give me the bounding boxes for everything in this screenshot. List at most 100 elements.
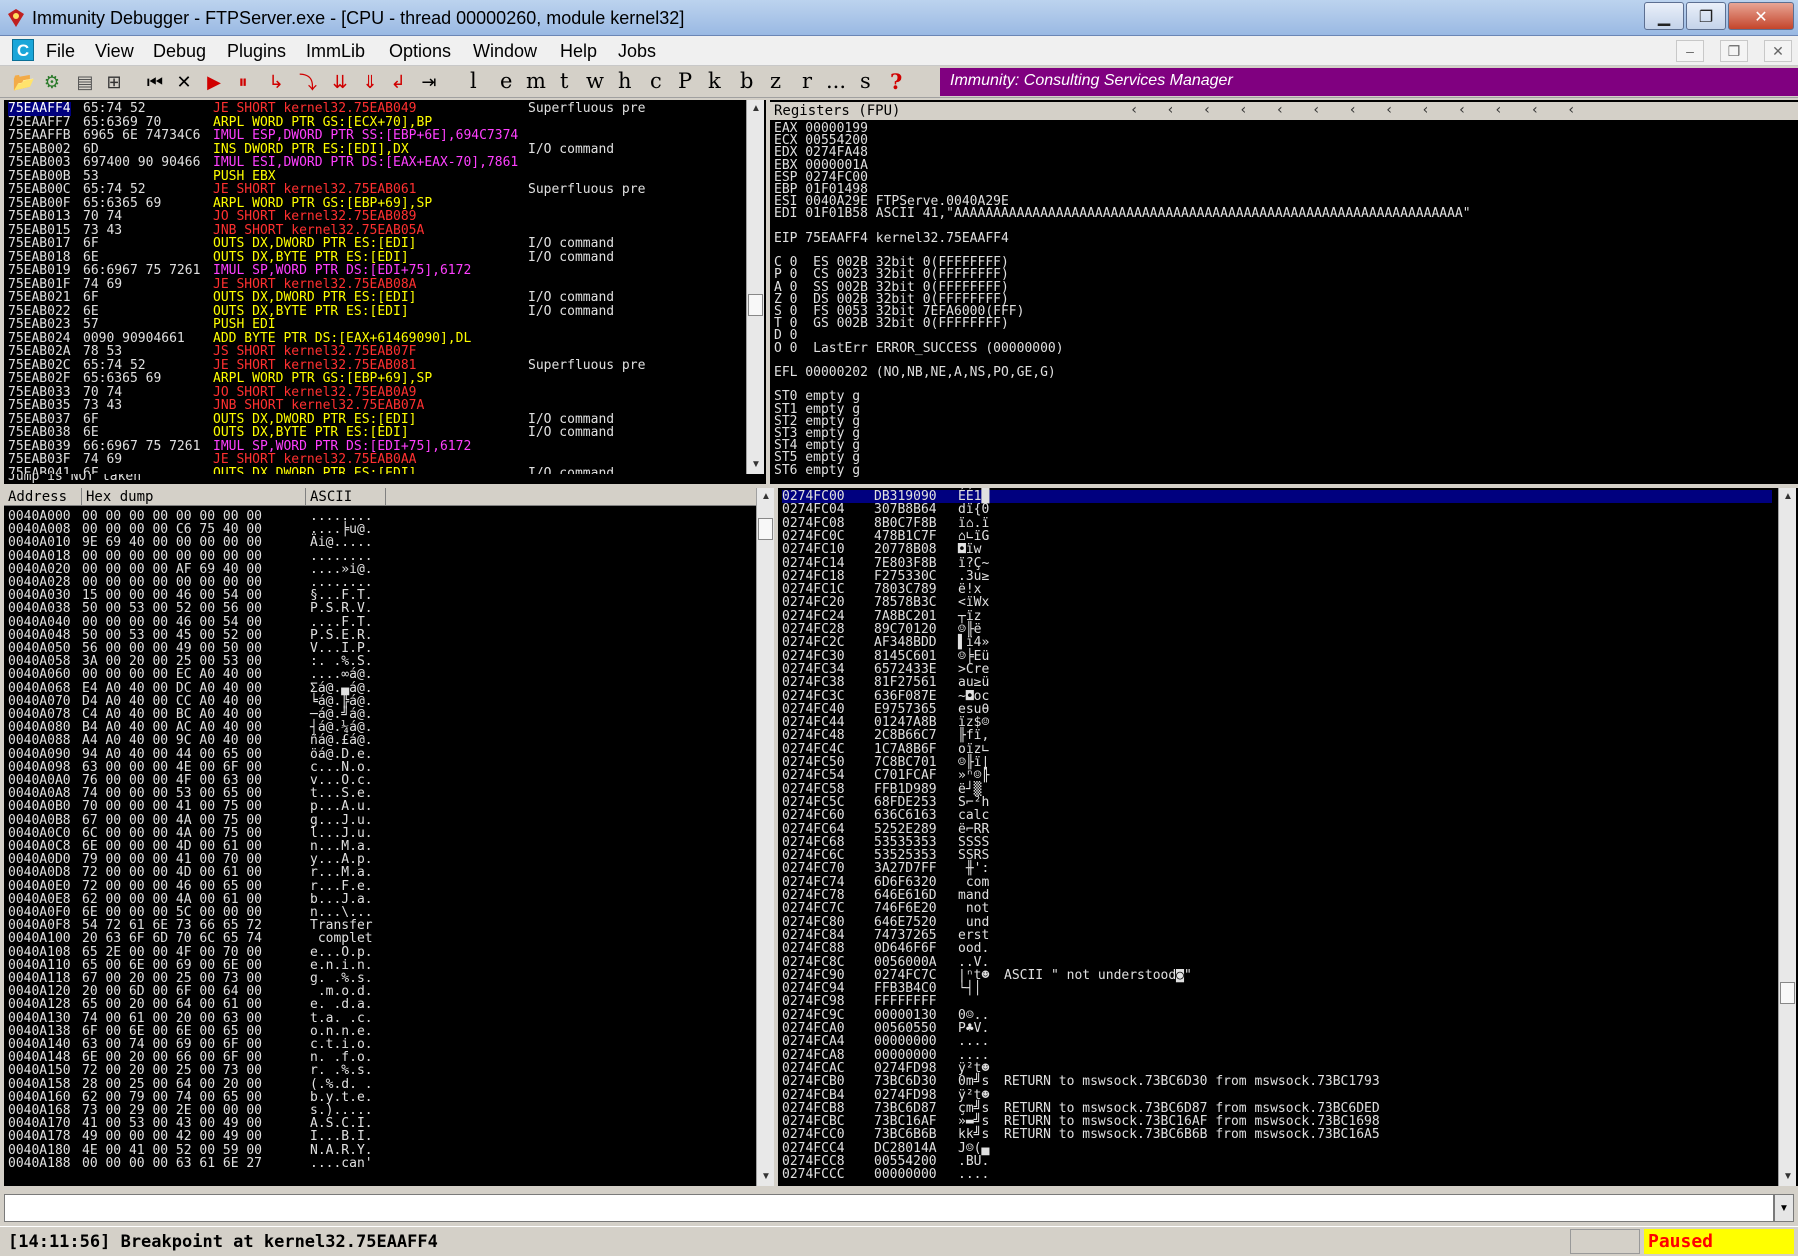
menu-window[interactable]: Window xyxy=(473,41,537,62)
disasm-address: 75EAB02A xyxy=(8,344,71,359)
close-file-icon[interactable]: ▤ xyxy=(74,70,96,94)
consulting-banner[interactable]: Immunity: Consulting Services Manager xyxy=(940,68,1798,96)
stack-ascii: ╟fï, xyxy=(958,728,990,744)
hardware-breakpoints-button[interactable]: z xyxy=(770,69,781,93)
rewind-icon[interactable]: ⏮ xyxy=(142,70,168,94)
run-trace-button[interactable]: r xyxy=(802,69,812,93)
disasm-address: 75EAB018 xyxy=(8,249,71,265)
menu-options[interactable]: Options xyxy=(389,41,451,62)
stack-address: 0274FCB0 xyxy=(782,1074,845,1090)
trace-over-icon[interactable]: ⇓ xyxy=(358,70,382,94)
stack-value: 3A27D7FF xyxy=(874,861,937,877)
dump-address: 0040A128 xyxy=(8,997,71,1013)
trace-into-icon[interactable]: ⇊ xyxy=(328,70,352,94)
log-window-button[interactable]: l xyxy=(470,69,477,93)
dump-scrollbar[interactable]: ▲ ▼ xyxy=(756,488,774,1186)
cpu-button[interactable]: c xyxy=(650,69,662,93)
minimize-button[interactable]: ▁ xyxy=(1644,2,1684,30)
disassembly-panel[interactable]: 75EAAFF4 65:74 52 JE SHORT kernel32.75EAB0… xyxy=(4,100,766,474)
go-to-address-icon[interactable]: ⇥ xyxy=(416,70,442,94)
disasm-instruction: PUSH EBX xyxy=(213,168,276,184)
status-divider xyxy=(1570,1229,1640,1254)
disasm-comment: I/O command xyxy=(528,236,615,251)
scroll-up-icon[interactable]: ▲ xyxy=(1779,488,1797,506)
attach-icon[interactable]: ⚙ xyxy=(40,70,64,94)
registers-panel[interactable]: Registers (FPU) ‹‹‹‹‹‹‹‹‹‹‹‹‹ EAX 000001… xyxy=(770,100,1798,484)
command-input[interactable] xyxy=(4,1194,1774,1222)
command-dropdown-icon[interactable]: ▼ xyxy=(1774,1194,1794,1222)
pause-icon[interactable]: ⏸ xyxy=(232,70,254,94)
registers-nav-arrows[interactable]: ‹‹‹‹‹‹‹‹‹‹‹‹‹ xyxy=(1130,102,1604,118)
mdi-close-button[interactable]: ✕ xyxy=(1764,40,1792,62)
scroll-down-icon[interactable]: ▼ xyxy=(757,1168,774,1186)
scroll-thumb[interactable] xyxy=(1780,982,1795,1004)
register-line: O 0 LastErr ERROR_SUCCESS (00000000) xyxy=(774,340,1064,356)
open-folder-icon[interactable]: 📂 xyxy=(12,70,36,94)
dump-ascii: e. .d.a. xyxy=(310,997,373,1013)
more-button[interactable]: ... xyxy=(826,69,846,93)
disasm-hex: 6F xyxy=(83,411,99,427)
mdi-restore-button[interactable]: ❐ xyxy=(1720,40,1748,62)
scroll-down-icon[interactable]: ▼ xyxy=(1779,1168,1797,1186)
step-over-icon[interactable]: ⤵ xyxy=(296,70,320,94)
scroll-up-icon[interactable]: ▲ xyxy=(757,488,774,506)
stack-row[interactable]: 0274FC00 DB319090 ÉÉ1█ xyxy=(782,490,1772,503)
dump-header-ascii[interactable]: ASCII xyxy=(306,488,386,506)
handles-button[interactable]: h xyxy=(618,69,632,93)
executable-modules-button[interactable]: e xyxy=(500,69,512,93)
menu-plugins[interactable]: Plugins xyxy=(227,41,286,62)
close-program-icon[interactable]: ✕ xyxy=(174,70,194,94)
maximize-button[interactable]: ❐ xyxy=(1686,2,1726,30)
stack-address: 0274FC88 xyxy=(782,941,845,957)
dump-panel[interactable]: Address Hex dump ASCII 0040A000 00 00 00 … xyxy=(4,488,774,1186)
mdi-minimize-button[interactable]: – xyxy=(1676,40,1704,62)
disasm-instruction: OUTS DX,DWORD PTR ES:[EDI] xyxy=(213,290,417,305)
patches-button[interactable]: P xyxy=(678,69,692,93)
dump-address: 0040A0D8 xyxy=(8,865,71,881)
menu-view[interactable]: View xyxy=(95,41,134,62)
disasm-instruction: JNB SHORT kernel32.75EAB05A xyxy=(213,222,425,238)
scroll-up-icon[interactable]: ▲ xyxy=(747,100,765,118)
stack-ascii: ..V. xyxy=(958,954,990,970)
stack-ascii: not xyxy=(958,901,990,917)
scroll-thumb[interactable] xyxy=(758,518,773,540)
disasm-hex: 6F xyxy=(83,465,99,474)
call-stack-button[interactable]: k xyxy=(708,69,721,93)
stack-ascii: ◘ïw xyxy=(958,542,990,558)
disasm-comment: Superfluous pre xyxy=(528,357,646,373)
menu-debug[interactable]: Debug xyxy=(153,41,206,62)
stack-value: 00000000 xyxy=(874,1167,937,1183)
source-button[interactable]: s xyxy=(860,69,871,93)
disasm-address: 75EAB024 xyxy=(8,330,71,346)
breakpoints-button[interactable]: b xyxy=(740,69,753,93)
stack-address: 0274FCC0 xyxy=(782,1127,845,1143)
stack-value: 746F6E20 xyxy=(874,901,937,917)
run-icon[interactable]: ▶ xyxy=(204,70,224,94)
restart-icon[interactable]: ⊞ xyxy=(102,70,126,94)
windows-button[interactable]: w xyxy=(586,69,604,93)
disasm-instruction: PUSH EDI xyxy=(213,317,276,332)
stack-address: 0274FC2C xyxy=(782,635,845,651)
threads-button[interactable]: t xyxy=(560,69,568,93)
stack-scrollbar[interactable]: ▲ ▼ xyxy=(1778,488,1796,1186)
step-into-icon[interactable]: ↳ xyxy=(264,70,288,94)
scroll-down-icon[interactable]: ▼ xyxy=(747,456,765,474)
execute-till-return-icon[interactable]: ↲ xyxy=(386,70,410,94)
close-button[interactable]: ✕ xyxy=(1728,2,1794,30)
dump-header-address[interactable]: Address xyxy=(4,488,82,506)
menu-help[interactable]: Help xyxy=(560,41,597,62)
menu-immlib[interactable]: ImmLib xyxy=(306,41,365,62)
disasm-instruction: JS SHORT kernel32.75EAB07F xyxy=(213,344,417,359)
dump-header-hex[interactable]: Hex dump xyxy=(82,488,306,506)
disasm-address: 75EAAFFB xyxy=(8,128,71,143)
memory-map-button[interactable]: m xyxy=(526,69,546,93)
stack-ascii: ë⌐RR xyxy=(958,821,990,837)
menu-jobs[interactable]: Jobs xyxy=(618,41,656,62)
disasm-instruction: INS DWORD PTR ES:[EDI],DX xyxy=(213,141,409,157)
help-button[interactable]: ? xyxy=(890,69,902,94)
cpu-window-icon[interactable]: C xyxy=(12,39,34,61)
scroll-thumb[interactable] xyxy=(748,294,763,316)
menu-file[interactable]: File xyxy=(46,41,75,62)
disassembly-scrollbar[interactable]: ▲ ▼ xyxy=(746,100,764,474)
stack-panel[interactable]: 0274FC00 DB319090 ÉÉ1█ 0274FC04 307B8B64 dï{0… xyxy=(778,488,1798,1186)
